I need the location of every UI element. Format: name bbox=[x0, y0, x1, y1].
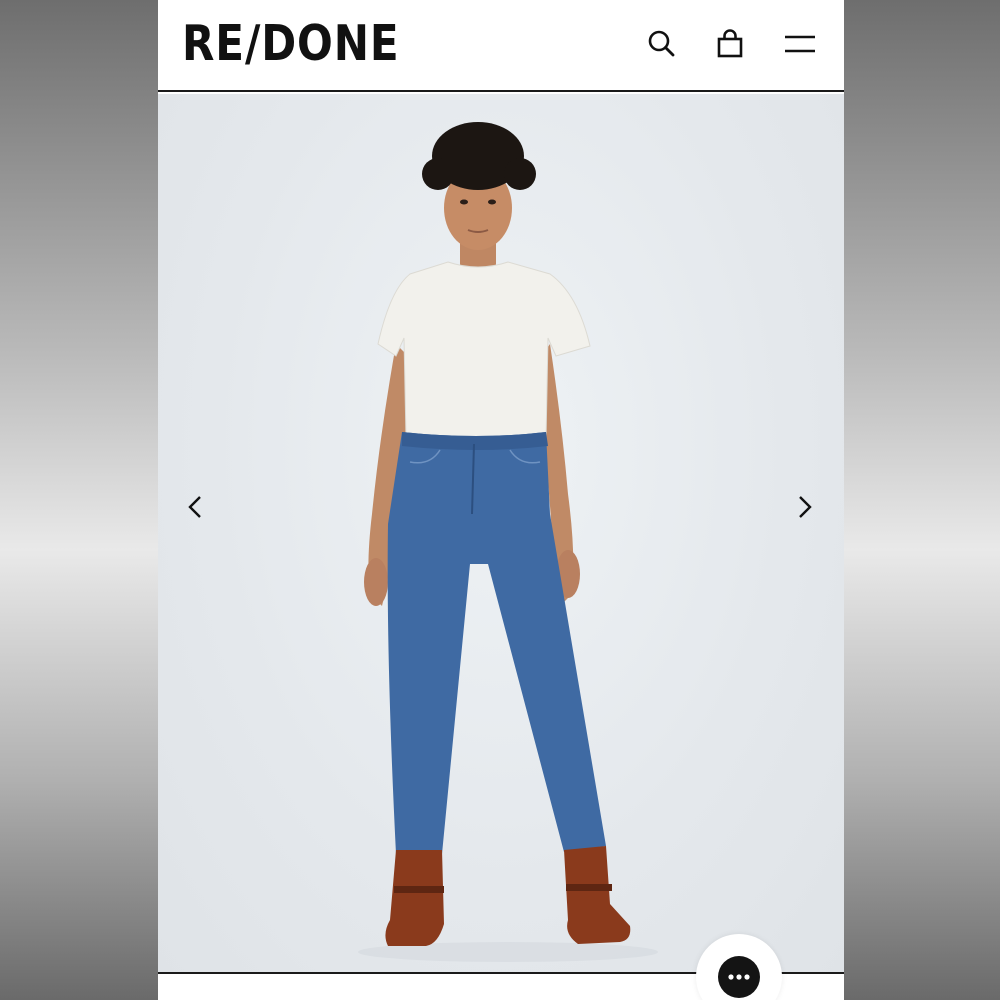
chevron-left-icon bbox=[188, 496, 201, 518]
hamburger-menu-icon bbox=[785, 35, 815, 53]
chat-ellipsis-icon bbox=[728, 974, 750, 980]
site-header: RE/DONE bbox=[158, 0, 844, 92]
search-button[interactable] bbox=[644, 26, 680, 62]
previous-image-button[interactable] bbox=[178, 490, 212, 524]
chevron-right-icon bbox=[799, 496, 812, 518]
menu-button[interactable] bbox=[782, 26, 818, 62]
shopping-bag-icon bbox=[717, 29, 743, 58]
next-image-button[interactable] bbox=[788, 490, 822, 524]
phone-screen: RE/DONE bbox=[158, 0, 844, 1000]
brand-logo[interactable]: RE/DONE bbox=[182, 14, 400, 74]
product-model-image bbox=[358, 122, 658, 962]
cart-button[interactable] bbox=[712, 26, 748, 62]
chat-button[interactable] bbox=[718, 956, 760, 998]
product-image-gallery[interactable] bbox=[158, 94, 844, 972]
search-icon bbox=[648, 30, 675, 57]
